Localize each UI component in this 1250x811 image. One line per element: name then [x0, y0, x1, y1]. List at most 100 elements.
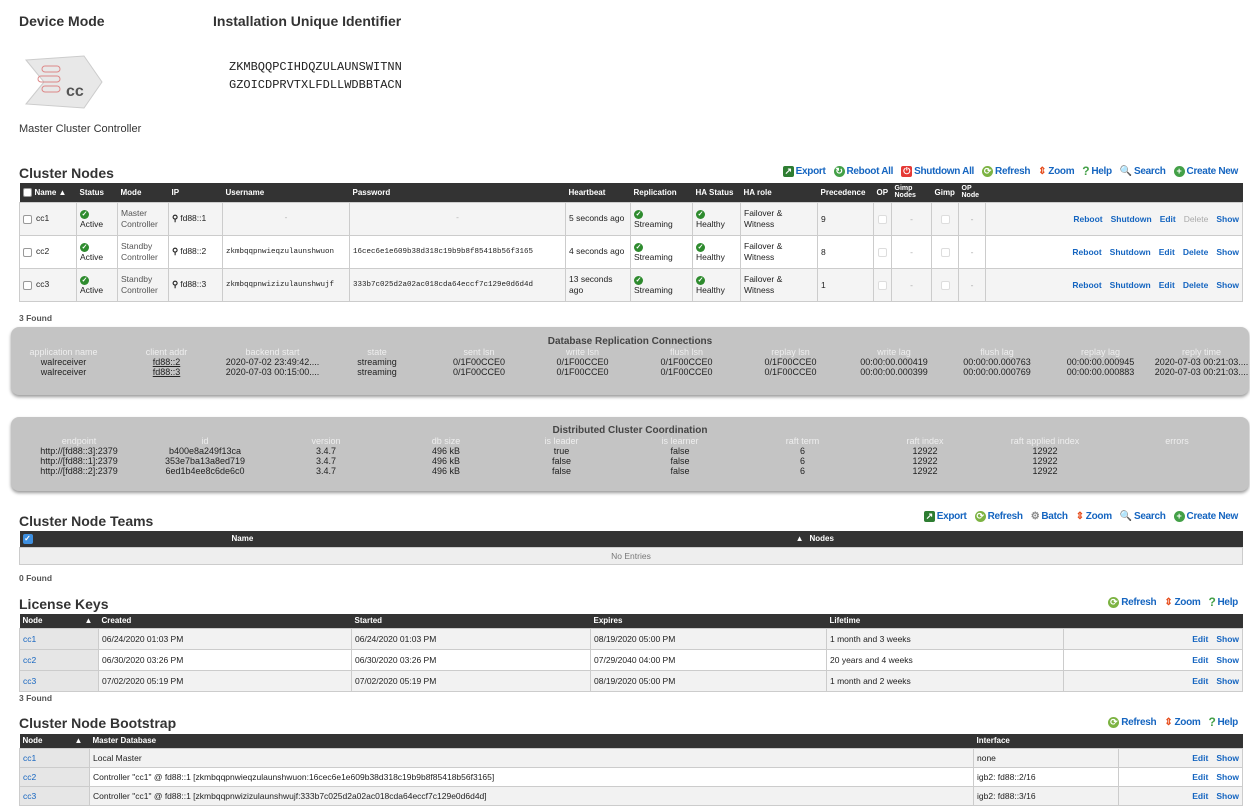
delete-button[interactable]: Delete: [1183, 280, 1209, 290]
shutdown-button[interactable]: Shutdown: [1110, 247, 1151, 257]
shutdown-button[interactable]: Shutdown: [1110, 280, 1151, 290]
license-col-node[interactable]: Node: [19, 614, 82, 628]
client-addr-link[interactable]: fd88::2: [114, 357, 219, 367]
bootstrap-node-link[interactable]: cc1: [23, 753, 36, 763]
col-mode[interactable]: Mode: [117, 183, 169, 202]
col-gimp[interactable]: Gimp: [931, 183, 959, 202]
edit-button[interactable]: Edit: [1160, 214, 1176, 224]
edit-button[interactable]: Edit: [1192, 655, 1208, 665]
node-replication: Streaming: [634, 284, 673, 295]
search-icon[interactable]: ⚲: [172, 279, 178, 289]
teams-create-button[interactable]: + Create New: [1173, 511, 1238, 522]
reboot-button[interactable]: Reboot: [1073, 214, 1102, 224]
edit-button[interactable]: Edit: [1192, 791, 1208, 801]
col-op-node[interactable]: OP Node: [958, 183, 986, 202]
license-node-link[interactable]: cc3: [23, 676, 36, 686]
teams-zoom-button[interactable]: ⇕ Zoom: [1076, 511, 1112, 522]
gimp-checkbox[interactable]: [940, 247, 950, 257]
license-col-expires[interactable]: Expires: [590, 614, 827, 628]
license-col-lifetime[interactable]: Lifetime: [826, 614, 1064, 628]
op-checkbox[interactable]: [878, 214, 887, 224]
search-icon[interactable]: ⚲: [172, 246, 178, 256]
shutdown-button[interactable]: Shutdown: [1111, 214, 1152, 224]
create-new-button[interactable]: + Create New: [1173, 165, 1238, 177]
col-ip[interactable]: IP: [168, 183, 223, 202]
row-checkbox[interactable]: [23, 247, 32, 257]
teams-search-button[interactable]: 🔍 Search: [1120, 511, 1166, 522]
show-button[interactable]: Show: [1216, 753, 1239, 763]
op-checkbox[interactable]: [878, 247, 887, 257]
client-addr-link[interactable]: fd88::3: [114, 367, 219, 377]
op-checkbox[interactable]: [878, 280, 887, 290]
bootstrap-col-node[interactable]: Node: [19, 734, 72, 748]
coord-cell: 12922: [1032, 456, 1058, 466]
row-checkbox[interactable]: [23, 280, 32, 290]
col-replication[interactable]: Replication: [630, 183, 693, 202]
teams-export-button[interactable]: ↗ Export: [923, 511, 967, 522]
bootstrap-refresh-button[interactable]: ⟳ Refresh: [1108, 716, 1157, 728]
device-logo: cc: [24, 52, 104, 112]
refresh-button[interactable]: ⟳ Refresh: [982, 165, 1030, 177]
license-started: 06/30/2020 03:26 PM: [355, 654, 437, 665]
reboot-all-button[interactable]: ↻ Reboot All: [833, 165, 893, 177]
select-all-checkbox[interactable]: [22, 187, 32, 197]
col-username[interactable]: Username: [222, 183, 350, 202]
help-button[interactable]: ? Help: [1082, 164, 1112, 178]
bootstrap-zoom-button[interactable]: ⇕ Zoom: [1164, 717, 1200, 728]
col-gimp-nodes[interactable]: Gimp Nodes: [891, 183, 932, 202]
checkbox-checked-icon[interactable]: ✓: [22, 533, 33, 544]
reboot-button[interactable]: Reboot: [1072, 247, 1101, 257]
col-op[interactable]: OP: [873, 183, 892, 202]
edit-button[interactable]: Edit: [1159, 280, 1175, 290]
edit-button[interactable]: Edit: [1192, 772, 1208, 782]
search-icon[interactable]: ⚲: [172, 213, 178, 223]
rep-col-header: flush lag: [980, 347, 1014, 357]
gimp-checkbox[interactable]: [940, 214, 950, 224]
reboot-button[interactable]: Reboot: [1072, 280, 1101, 290]
teams-batch-button[interactable]: ⚙ Batch: [1031, 511, 1068, 522]
bootstrap-help-button[interactable]: ? Help: [1208, 715, 1238, 729]
col-password[interactable]: Password: [349, 183, 566, 202]
show-button[interactable]: Show: [1216, 247, 1239, 257]
col-status[interactable]: Status: [76, 183, 118, 202]
show-button[interactable]: Show: [1216, 772, 1239, 782]
col-name[interactable]: Name ▲: [19, 183, 77, 202]
license-refresh-button[interactable]: ⟳ Refresh: [1108, 596, 1157, 608]
col-heartbeat[interactable]: Heartbeat: [565, 183, 631, 202]
teams-col-name[interactable]: Name: [228, 531, 789, 547]
license-node-link[interactable]: cc2: [23, 655, 36, 665]
delete-button[interactable]: Delete: [1183, 247, 1209, 257]
show-button[interactable]: Show: [1216, 280, 1239, 290]
show-button[interactable]: Show: [1216, 214, 1239, 224]
show-button[interactable]: Show: [1216, 634, 1239, 644]
show-button[interactable]: Show: [1216, 655, 1239, 665]
bootstrap-node-link[interactable]: cc3: [23, 791, 36, 801]
bootstrap-col-master[interactable]: Master Database: [89, 734, 974, 748]
export-button[interactable]: ↗ Export: [782, 165, 826, 177]
gimp-checkbox[interactable]: [940, 280, 950, 290]
row-checkbox[interactable]: [23, 214, 32, 224]
license-zoom-button[interactable]: ⇕ Zoom: [1164, 597, 1200, 608]
node-precedence: 1: [821, 279, 826, 290]
license-help-button[interactable]: ? Help: [1208, 595, 1238, 609]
show-button[interactable]: Show: [1216, 676, 1239, 686]
license-node-link[interactable]: cc1: [23, 634, 36, 644]
edit-button[interactable]: Edit: [1192, 676, 1208, 686]
teams-col-nodes[interactable]: Nodes: [806, 531, 1243, 547]
edit-button[interactable]: Edit: [1159, 247, 1175, 257]
edit-button[interactable]: Edit: [1192, 634, 1208, 644]
col-precedence[interactable]: Precedence: [817, 183, 874, 202]
col-ha-role[interactable]: HA role: [740, 183, 818, 202]
license-col-created[interactable]: Created: [98, 614, 352, 628]
teams-select-all[interactable]: ✓: [19, 531, 229, 547]
bootstrap-node-link[interactable]: cc2: [23, 772, 36, 782]
shutdown-all-button[interactable]: ⏻ Shutdown All: [901, 165, 974, 177]
teams-refresh-button[interactable]: ⟳ Refresh: [974, 511, 1023, 522]
show-button[interactable]: Show: [1216, 791, 1239, 801]
zoom-button[interactable]: ⇕ Zoom: [1038, 166, 1074, 177]
search-button[interactable]: 🔍 Search: [1120, 166, 1166, 177]
license-col-started[interactable]: Started: [351, 614, 591, 628]
bootstrap-col-interface[interactable]: Interface: [973, 734, 1119, 748]
col-ha-status[interactable]: HA Status: [692, 183, 741, 202]
edit-button[interactable]: Edit: [1192, 753, 1208, 763]
